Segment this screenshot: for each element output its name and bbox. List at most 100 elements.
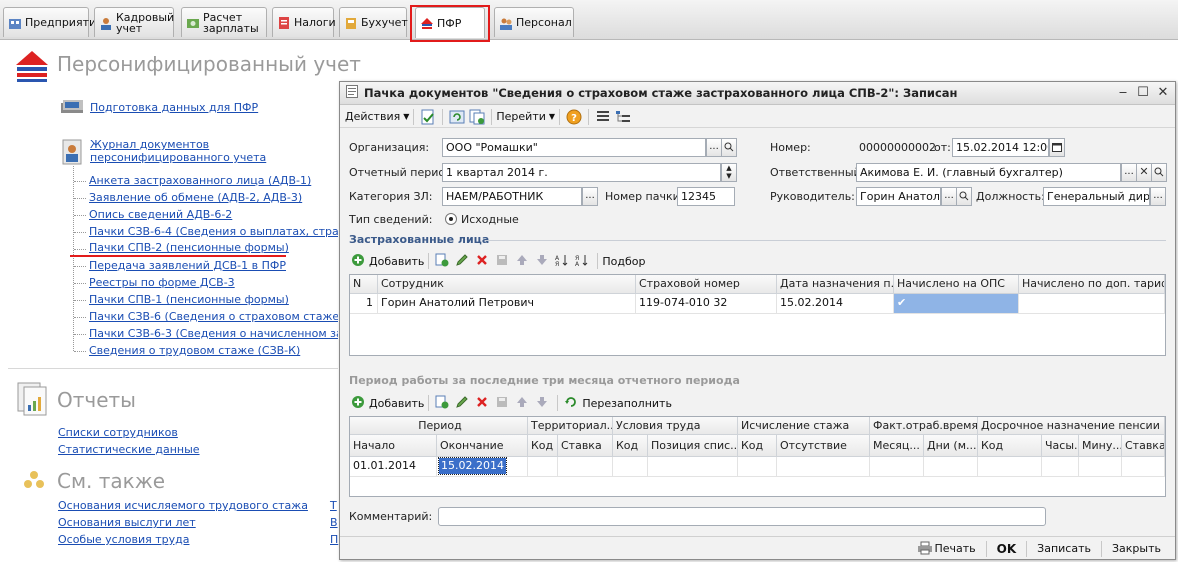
- list-icon[interactable]: [595, 109, 611, 125]
- reporting-period-field[interactable]: 1 квартал 2014 г.: [442, 163, 721, 182]
- table-cell-checkmark[interactable]: ✔: [894, 294, 1019, 314]
- column-header-absence[interactable]: Отсутствие: [777, 435, 870, 457]
- table-cell[interactable]: Горин Анатолий Петрович: [378, 294, 636, 314]
- document-date-field[interactable]: 15.02.2014 12:00:0: [952, 138, 1049, 157]
- table-cell[interactable]: [528, 457, 558, 477]
- head-field[interactable]: Горин Анатолий: [856, 187, 941, 206]
- copy-row-icon[interactable]: [435, 395, 451, 411]
- sort-asc-icon[interactable]: AЯ: [555, 253, 571, 269]
- search-icon[interactable]: [956, 187, 972, 206]
- period-add-button[interactable]: Добавить: [349, 395, 424, 411]
- column-header-end[interactable]: Окончание: [437, 435, 528, 457]
- search-icon[interactable]: [721, 138, 737, 157]
- structure-icon[interactable]: [615, 109, 631, 125]
- column-header-employee[interactable]: Сотрудник: [378, 275, 636, 294]
- save-button[interactable]: Записать: [1031, 542, 1097, 555]
- table-cell[interactable]: [1019, 294, 1165, 314]
- link-dsv3[interactable]: Реестры по форме ДСВ-3: [89, 276, 235, 289]
- link-szv63[interactable]: Пачки СЗВ-6-3 (Сведения о начисленном за…: [89, 327, 338, 340]
- table-cell[interactable]: [558, 457, 613, 477]
- calendar-icon[interactable]: [1049, 138, 1065, 157]
- link-spv1[interactable]: Пачки СПВ-1 (пенсионные формы): [89, 293, 289, 306]
- link-szv64[interactable]: Пачки СЗВ-6-4 (Сведения о выплатах, стра…: [89, 225, 338, 238]
- column-header-start[interactable]: Начало: [350, 435, 437, 457]
- link-truncated[interactable]: Т: [330, 499, 337, 512]
- period-spinner[interactable]: ▲ ▼: [721, 163, 737, 182]
- end-edit-icon[interactable]: [495, 395, 511, 411]
- organization-field[interactable]: ООО "Ромашки": [442, 138, 706, 157]
- link-employee-lists[interactable]: Списки сотрудников: [58, 426, 178, 439]
- end-edit-icon[interactable]: [495, 253, 511, 269]
- comment-field[interactable]: [438, 507, 1046, 526]
- link-journal[interactable]: Журнал документов: [90, 138, 209, 151]
- column-header-minutes[interactable]: Мину...: [1079, 435, 1122, 457]
- column-header-hours[interactable]: Часы...: [1042, 435, 1079, 457]
- tab-taxes[interactable]: Налоги: [272, 7, 336, 37]
- link-adv1[interactable]: Анкета застрахованного лица (АДВ-1): [89, 174, 311, 187]
- copy-icon[interactable]: [469, 109, 485, 125]
- column-header-assignment-date[interactable]: Дата назначения п...: [777, 275, 894, 294]
- actions-menu-button[interactable]: Действия ▼: [345, 110, 409, 123]
- refill-button[interactable]: Перезаполнить: [562, 395, 672, 411]
- link-dsv1[interactable]: Передача заявлений ДСВ-1 в ПФР: [89, 259, 286, 272]
- edit-icon[interactable]: [455, 253, 471, 269]
- info-type-radio[interactable]: [445, 213, 457, 225]
- table-cell[interactable]: [1122, 457, 1165, 477]
- link-spv2[interactable]: Пачки СПВ-2 (пенсионные формы): [89, 241, 289, 254]
- link-data-prep[interactable]: Подготовка данных для ПФР: [90, 101, 258, 114]
- table-cell[interactable]: [1079, 457, 1122, 477]
- sort-desc-icon[interactable]: ЯA: [575, 253, 591, 269]
- tab-hr[interactable]: Кадровый учет: [94, 7, 174, 37]
- table-cell[interactable]: 119-074-010 32: [636, 294, 777, 314]
- link-adv62[interactable]: Опись сведений АДВ-6-2: [89, 208, 232, 221]
- column-header-early-code[interactable]: Код: [978, 435, 1042, 457]
- responsible-select-button[interactable]: ...: [1121, 163, 1137, 182]
- ok-button[interactable]: OK: [991, 542, 1023, 556]
- insured-category-field[interactable]: НАЕМ/РАБОТНИК: [442, 187, 582, 206]
- link-statistics[interactable]: Статистические данные: [58, 443, 200, 456]
- category-select-button[interactable]: ...: [582, 187, 598, 206]
- link-truncated[interactable]: В: [330, 516, 338, 529]
- position-select-button[interactable]: ...: [1150, 187, 1166, 206]
- close-button[interactable]: Закрыть: [1106, 542, 1167, 555]
- link-szv6[interactable]: Пачки СЗВ-6 (Сведения о страховом стаже …: [89, 310, 338, 323]
- move-up-icon[interactable]: [515, 253, 531, 269]
- clear-icon[interactable]: ✕: [1136, 163, 1152, 182]
- edit-icon[interactable]: [455, 395, 471, 411]
- link-szvk[interactable]: Сведения о трудовом стаже (СЗВ-К): [89, 344, 300, 357]
- link-special-conditions[interactable]: Особые условия труда: [58, 533, 189, 546]
- link-service-basis[interactable]: Основания выслуги лет: [58, 516, 196, 529]
- delete-icon[interactable]: [475, 253, 491, 269]
- responsible-field[interactable]: Акимова Е. И. (главный бухгалтер): [856, 163, 1121, 182]
- table-cell-selected[interactable]: 15.02.2014: [437, 457, 528, 477]
- column-header-insurance-number[interactable]: Страховой номер: [636, 275, 777, 294]
- table-cell[interactable]: [738, 457, 777, 477]
- link-seniority-basis[interactable]: Основания исчисляемого трудового стажа: [58, 499, 308, 512]
- close-icon[interactable]: ✕: [1156, 86, 1170, 100]
- table-cell[interactable]: [924, 457, 978, 477]
- column-header-seniority-code[interactable]: Код: [738, 435, 777, 457]
- copy-row-icon[interactable]: [435, 253, 451, 269]
- pack-number-field[interactable]: 12345: [677, 187, 735, 206]
- column-header-extra-tariff[interactable]: Начислено по доп. тариф...: [1019, 275, 1165, 294]
- table-cell[interactable]: 1: [350, 294, 378, 314]
- delete-icon[interactable]: [475, 395, 491, 411]
- goto-menu-button[interactable]: Перейти ▼: [496, 110, 555, 123]
- maximize-icon[interactable]: ☐: [1136, 86, 1150, 100]
- table-cell[interactable]: [613, 457, 648, 477]
- table-cell[interactable]: [1042, 457, 1079, 477]
- column-header-number[interactable]: N: [350, 275, 378, 294]
- search-icon[interactable]: [1151, 163, 1167, 182]
- column-header-days[interactable]: Дни (м...: [924, 435, 978, 457]
- table-cell[interactable]: [777, 457, 870, 477]
- tab-accounting[interactable]: Бухучет: [339, 7, 408, 37]
- link-adv2[interactable]: Заявление об обмене (АДВ-2, АДВ-3): [89, 191, 302, 204]
- table-cell[interactable]: 01.01.2014: [350, 457, 437, 477]
- column-header-list-position[interactable]: Позиция спис...: [648, 435, 738, 457]
- column-header-territorial-rate[interactable]: Ставка: [558, 435, 613, 457]
- move-down-icon[interactable]: [535, 253, 551, 269]
- help-icon[interactable]: ?: [566, 109, 582, 125]
- link-truncated[interactable]: П: [330, 533, 338, 546]
- move-down-icon[interactable]: [535, 395, 551, 411]
- table-cell[interactable]: [978, 457, 1042, 477]
